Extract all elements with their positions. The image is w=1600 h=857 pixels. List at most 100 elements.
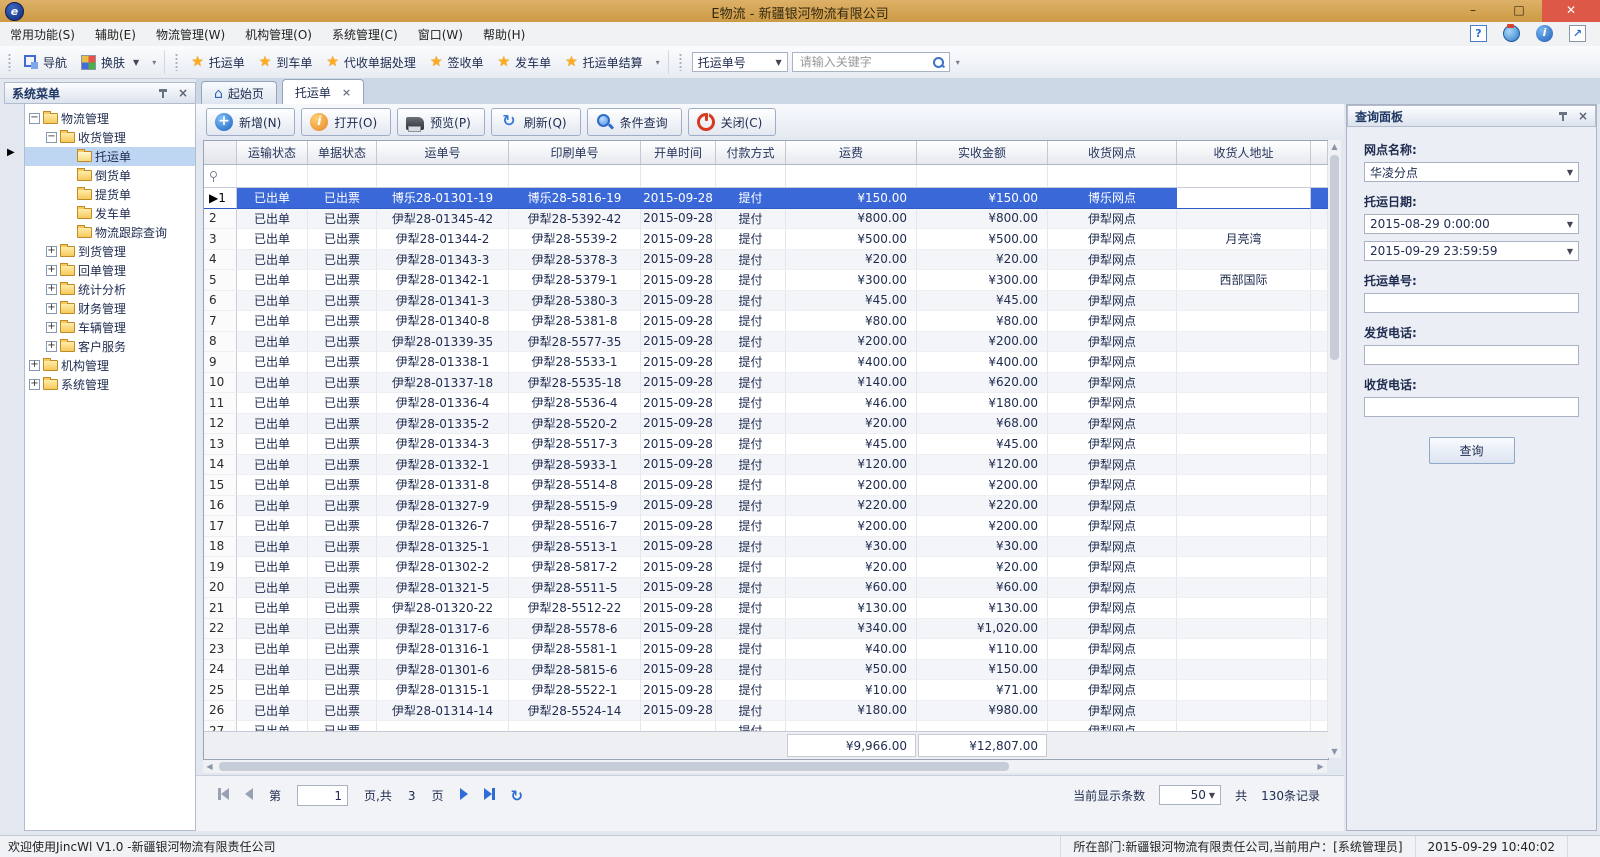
grid-cell[interactable]: 已出单 (237, 475, 308, 496)
action-button-search[interactable]: 条件查询 (587, 108, 682, 136)
grid-cell[interactable]: 已出单 (237, 250, 308, 271)
grid-cell[interactable]: 已出单 (237, 311, 308, 332)
grid-cell[interactable]: 伊犁28-01331-8 (377, 475, 509, 496)
grid-cell[interactable]: 2015-09-28 (641, 291, 716, 312)
grid-cell[interactable]: 提付 (716, 598, 786, 619)
grid-cell[interactable]: 博乐28-5816-19 (509, 188, 641, 209)
grid-cell[interactable]: ¥80.00 (786, 311, 917, 332)
grid-cell[interactable]: 2015-09-28 (641, 393, 716, 414)
grid-cell[interactable]: 已出单 (237, 516, 308, 537)
maximize-button[interactable]: □ (1496, 0, 1542, 22)
table-row[interactable]: 10已出单已出票伊犁28-01337-18伊犁28-5535-182015-09… (204, 373, 1328, 394)
grid-cell[interactable]: 伊犁网点 (1048, 598, 1177, 619)
grid-cell[interactable] (1177, 209, 1311, 230)
grid-cell[interactable]: 提付 (716, 639, 786, 660)
query-button[interactable]: 查询 (1429, 437, 1515, 464)
tab-start-page[interactable]: ⌂起始页 (201, 81, 277, 105)
tree-expander-icon[interactable]: − (29, 113, 40, 124)
grid-cell[interactable]: 已出单 (237, 455, 308, 476)
grid-cell[interactable]: 伊犁28-01314-14 (377, 701, 509, 722)
grid-cell[interactable]: 伊犁28-5817-2 (509, 557, 641, 578)
grid-cell[interactable] (1177, 455, 1311, 476)
toolbar-grip[interactable] (175, 53, 178, 71)
grid-cell[interactable]: 提付 (716, 516, 786, 537)
grid-cell[interactable]: ¥200.00 (786, 516, 917, 537)
page-number-input[interactable] (297, 785, 348, 806)
table-row[interactable]: 19已出单已出票伊犁28-01302-2伊犁28-5817-22015-09-2… (204, 557, 1328, 578)
grid-cell[interactable] (786, 721, 917, 731)
table-row[interactable]: 12已出单已出票伊犁28-01335-2伊犁28-5520-22015-09-2… (204, 414, 1328, 435)
grid-cell[interactable]: 伊犁28-5516-7 (509, 516, 641, 537)
page-size-select[interactable]: 50 ▼ (1159, 785, 1221, 805)
receiver-phone-input[interactable] (1364, 397, 1579, 417)
grid-cell[interactable]: ¥150.00 (917, 188, 1048, 209)
grid-cell[interactable]: 2015-09-28 (641, 578, 716, 599)
grid-cell[interactable]: 伊犁28-5392-42 (509, 209, 641, 230)
grid-cell[interactable] (1177, 496, 1311, 517)
grid-cell[interactable]: 已出票 (308, 311, 377, 332)
tree-item[interactable]: +回单管理 (25, 261, 195, 280)
grid-cell[interactable]: ¥130.00 (917, 598, 1048, 619)
grid-cell[interactable]: 伊犁网点 (1048, 229, 1177, 250)
grid-cell[interactable]: 伊犁网点 (1048, 516, 1177, 537)
grid-cell[interactable] (1177, 373, 1311, 394)
grid-cell[interactable]: 伊犁网点 (1048, 455, 1177, 476)
table-row[interactable]: 15已出单已出票伊犁28-01331-8伊犁28-5514-82015-09-2… (204, 475, 1328, 496)
table-row[interactable]: 2已出单已出票伊犁28-01345-42伊犁28-5392-422015-09-… (204, 209, 1328, 230)
grid-cell[interactable] (377, 721, 509, 731)
grid-cell[interactable]: 已出票 (308, 475, 377, 496)
grid-cell[interactable]: 2015-09-28 (641, 619, 716, 640)
grid-cell[interactable]: 已出单 (237, 557, 308, 578)
waybill-number-input[interactable] (1364, 293, 1579, 313)
grid-cell[interactable]: 2015-09-28 (641, 332, 716, 353)
grid-cell[interactable]: 2015-09-28 (641, 229, 716, 250)
grid-cell[interactable]: 提付 (716, 680, 786, 701)
filter-cell[interactable] (641, 165, 716, 187)
grid-cell[interactable]: 伊犁网点 (1048, 393, 1177, 414)
grid-cell[interactable]: 提付 (716, 721, 786, 731)
table-row[interactable]: 8已出单已出票伊犁28-01339-35伊犁28-5577-352015-09-… (204, 332, 1328, 353)
toolbar-grip[interactable] (8, 53, 11, 71)
grid-cell[interactable]: 已出票 (308, 393, 377, 414)
grid-cell[interactable]: 已出票 (308, 721, 377, 731)
filter-cell[interactable] (1048, 165, 1177, 187)
grid-cell[interactable]: 已出票 (308, 680, 377, 701)
grid-cell[interactable] (1177, 701, 1311, 722)
grid-cell[interactable]: 提付 (716, 393, 786, 414)
grid-cell[interactable]: 2015-09-28 (641, 516, 716, 537)
grid-cell[interactable]: 伊犁28-01343-3 (377, 250, 509, 271)
grid-cell[interactable]: 提付 (716, 188, 786, 209)
sidebar-collapse-arrow-icon[interactable]: ▶ (7, 147, 15, 158)
grid-cell[interactable]: ¥46.00 (786, 393, 917, 414)
grid-cell[interactable]: 提付 (716, 414, 786, 435)
grid-cell[interactable]: 已出单 (237, 619, 308, 640)
grid-cell[interactable]: 伊犁28-5539-2 (509, 229, 641, 250)
grid-cell[interactable]: ¥340.00 (786, 619, 917, 640)
tree-item[interactable]: 提货单 (25, 185, 195, 204)
grid-cell[interactable]: 伊犁网点 (1048, 373, 1177, 394)
grid-cell[interactable]: 伊犁网点 (1048, 352, 1177, 373)
grid-cell[interactable]: 已出单 (237, 291, 308, 312)
grid-cell[interactable] (1177, 680, 1311, 701)
grid-cell[interactable]: 已出单 (237, 270, 308, 291)
tree-expander-icon[interactable]: + (29, 379, 40, 390)
tree-item[interactable]: +客户服务 (25, 337, 195, 356)
grid-cell[interactable]: ¥620.00 (917, 373, 1048, 394)
grid-cell[interactable]: 2015-09-28 (641, 455, 716, 476)
grid-cell[interactable] (1177, 352, 1311, 373)
grid-cell[interactable]: 提付 (716, 270, 786, 291)
table-row[interactable]: 20已出单已出票伊犁28-01321-5伊犁28-5511-52015-09-2… (204, 578, 1328, 599)
grid-cell[interactable]: 已出票 (308, 209, 377, 230)
menu-item[interactable]: 窗口(W) (408, 22, 473, 47)
grid-cell[interactable]: 提付 (716, 352, 786, 373)
tree-expander-icon[interactable]: + (46, 303, 57, 314)
grid-cell[interactable]: 伊犁28-5933-1 (509, 455, 641, 476)
grid-cell[interactable]: 伊犁28-01334-3 (377, 434, 509, 455)
table-row[interactable]: 17已出单已出票伊犁28-01326-7伊犁28-5516-72015-09-2… (204, 516, 1328, 537)
grid-cell[interactable]: 已出单 (237, 496, 308, 517)
grid-cell[interactable]: 已出票 (308, 639, 377, 660)
grid-cell[interactable]: ¥10.00 (786, 680, 917, 701)
search-icon[interactable] (931, 55, 946, 70)
column-header[interactable]: 开单时间 (641, 141, 716, 164)
grid-cell[interactable]: 提付 (716, 496, 786, 517)
